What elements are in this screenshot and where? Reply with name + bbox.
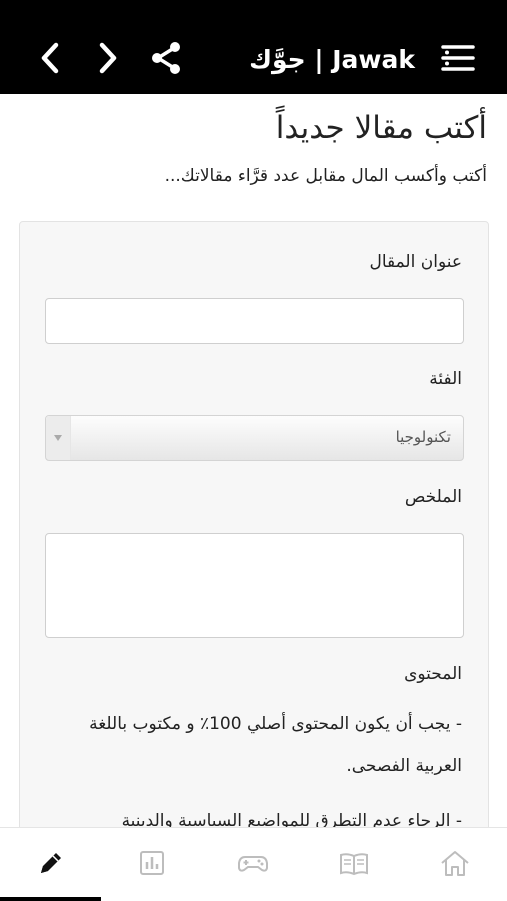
summary-label: الملخص [404, 487, 462, 507]
content-label: المحتوى [404, 664, 462, 684]
content-rule-2: - الرجاء عدم التطرق للمواضيع السياسية وا… [121, 811, 462, 827]
top-bar: جوَّك | Jawak [0, 0, 507, 94]
menu-icon[interactable] [438, 38, 478, 78]
tab-home[interactable] [404, 828, 505, 901]
games-icon [237, 848, 269, 882]
category-select[interactable]: تكنولوجيا [45, 415, 464, 461]
title-label: عنوان المقال [369, 252, 462, 272]
articles-icon [338, 848, 370, 882]
content-rule-1: - يجب أن يكون المحتوى أصلي 100٪ و مكتوب … [89, 714, 462, 776]
tab-articles[interactable] [303, 828, 404, 901]
brand-title[interactable]: جوَّك | Jawak [249, 45, 415, 75]
chevron-down-icon [46, 416, 71, 460]
main-content[interactable]: أكتب مقالا جديداً أكتب وأكسب المال مقابل… [0, 94, 507, 827]
title-input[interactable] [45, 298, 464, 344]
write-icon [36, 848, 66, 882]
tab-write[interactable] [0, 828, 101, 901]
forward-icon[interactable] [88, 38, 128, 78]
share-icon[interactable] [146, 38, 186, 78]
article-form: عنوان المقال الفئة تكنولوجيا الملخص المح… [19, 221, 489, 827]
stats-icon [137, 848, 167, 882]
tab-stats[interactable] [101, 828, 202, 901]
home-icon [439, 848, 471, 882]
back-icon[interactable] [30, 38, 70, 78]
page-subtitle: أكتب وأكسب المال مقابل عدد قرَّاء مقالات… [164, 166, 487, 186]
category-select-value: تكنولوجيا [395, 428, 451, 446]
tab-games[interactable] [202, 828, 303, 901]
summary-textarea[interactable] [45, 533, 464, 638]
page-title: أكتب مقالا جديداً [275, 110, 487, 146]
bottom-nav [0, 827, 507, 901]
category-label: الفئة [429, 369, 462, 389]
